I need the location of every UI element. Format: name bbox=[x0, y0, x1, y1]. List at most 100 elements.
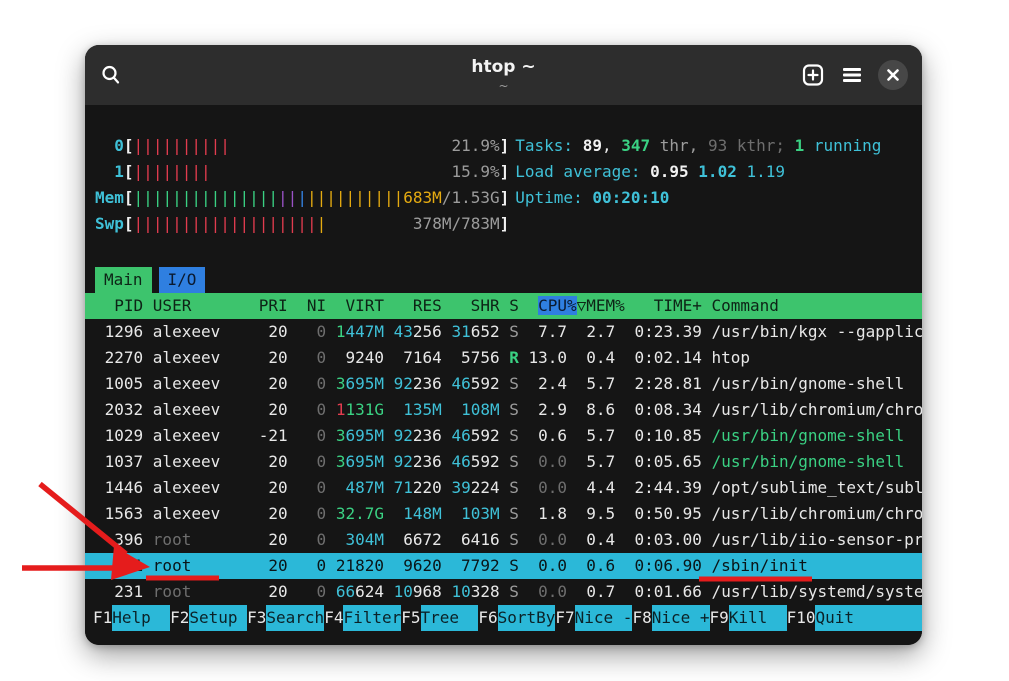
text-segment: 236 bbox=[413, 452, 442, 471]
process-row-1296[interactable]: 1296 alexeev 20 0 1447M 43256 31652 S 7.… bbox=[85, 319, 922, 345]
tab-io[interactable]: I/O bbox=[159, 267, 206, 293]
process-row-1005[interactable]: 1005 alexeev 20 0 3695M 92236 46592 S 2.… bbox=[85, 371, 922, 397]
text-segment: CPU% bbox=[538, 296, 577, 315]
process-row-1029[interactable]: 1029 alexeev -21 0 3695M 92236 46592 S 0… bbox=[85, 423, 922, 449]
text-segment: 2.9 8.6 0:08.34 /usr/lib/chromium/chromi bbox=[519, 400, 922, 419]
text-segment bbox=[442, 322, 452, 341]
text-segment bbox=[384, 478, 394, 497]
text-segment: 2032 alexeev 20 bbox=[95, 400, 288, 419]
fkey-key: F6 bbox=[478, 605, 497, 631]
text-segment bbox=[211, 162, 452, 181]
text-segment: 0 bbox=[288, 504, 327, 523]
text-segment: R bbox=[500, 348, 519, 367]
text-segment: 135M bbox=[403, 400, 442, 419]
search-icon[interactable] bbox=[99, 63, 123, 87]
text-segment bbox=[326, 478, 345, 497]
text-segment: 103M bbox=[461, 504, 500, 523]
text-segment: root bbox=[153, 530, 249, 549]
fkey-f6-button[interactable]: F6SortBy bbox=[478, 605, 555, 631]
text-segment bbox=[442, 374, 452, 393]
text-segment: 0 bbox=[288, 374, 327, 393]
text-segment: 13.0 0.4 0:02.14 htop bbox=[519, 348, 750, 367]
close-button[interactable] bbox=[878, 60, 908, 90]
text-segment: 1 root 20 0 21820 9620 7792 S 0.0 0.6 0:… bbox=[95, 556, 808, 575]
process-row-1446[interactable]: 1446 alexeev 20 0 487M 71220 39224 S 0.0… bbox=[85, 475, 922, 501]
text-segment: | bbox=[297, 188, 307, 207]
text-segment: || bbox=[278, 188, 297, 207]
text-segment: 00:20:10 bbox=[592, 188, 669, 207]
text-segment bbox=[442, 504, 461, 523]
htop-header-area: 0[|||||||||| 21.9%] 1[|||||||| 15.9%] Me… bbox=[85, 133, 922, 237]
text-segment: 0 bbox=[288, 530, 327, 549]
text-segment: 1.8 9.5 0:50.95 /usr/lib/chromium/chromi bbox=[519, 504, 922, 523]
menu-button[interactable] bbox=[840, 63, 864, 87]
text-segment: 0 bbox=[288, 322, 327, 341]
fkey-label: Kill bbox=[729, 605, 787, 631]
text-segment: S bbox=[500, 582, 519, 601]
fkey-f5-button[interactable]: F5Tree bbox=[401, 605, 478, 631]
text-segment: 46 bbox=[451, 374, 470, 393]
new-tab-button[interactable] bbox=[800, 62, 826, 88]
text-segment: /1.53G bbox=[442, 188, 500, 207]
cpu-meter-1: 1[|||||||| 15.9%] bbox=[85, 159, 509, 185]
text-segment bbox=[230, 136, 452, 155]
new-tab-icon bbox=[800, 62, 826, 88]
text-segment: 10 bbox=[394, 582, 413, 601]
text-segment: 592 bbox=[471, 426, 500, 445]
table-header[interactable]: PID USER PRI NI VIRT RES SHR S CPU%▽MEM%… bbox=[85, 293, 922, 319]
text-segment: 592 bbox=[471, 374, 500, 393]
screen-tabs: Main I/O bbox=[85, 267, 922, 293]
fkey-label: Nice - bbox=[575, 605, 633, 631]
memory-meter: Mem[||||||||||||||||||||||||||||683M/1.5… bbox=[85, 185, 509, 211]
text-segment: 0.4 0:03.00 /usr/lib/iio-sensor-prox bbox=[567, 530, 922, 549]
fkey-f2-button[interactable]: F2Setup bbox=[170, 605, 247, 631]
text-segment: 378M/783M bbox=[413, 214, 500, 233]
text-segment: ] bbox=[500, 188, 510, 207]
text-segment: 1029 alexeev -21 bbox=[95, 426, 288, 445]
window-title: htop ~ bbox=[471, 58, 535, 77]
function-key-bar: F1Help F2Setup F3SearchF4FilterF5Tree F6… bbox=[85, 605, 922, 631]
text-segment: 20 bbox=[249, 530, 288, 549]
process-row-396[interactable]: 396 root 20 0 304M 6672 6416 S 0.0 0.4 0… bbox=[85, 527, 922, 553]
process-row-1037[interactable]: 1037 alexeev 20 0 3695M 92236 46592 S 0.… bbox=[85, 449, 922, 475]
text-segment: 0.7 0:01.66 /usr/lib/systemd/systemd bbox=[567, 582, 922, 601]
text-segment: 1 bbox=[95, 162, 124, 181]
fkey-f9-button[interactable]: F9Kill bbox=[710, 605, 787, 631]
text-segment: 0.0 bbox=[519, 582, 567, 601]
tab-main[interactable]: Main bbox=[95, 267, 152, 293]
tasks-summary: Tasks: 89, 347 thr, 93 kthr; 1 running bbox=[509, 133, 881, 159]
text-segment: 1005 alexeev 20 bbox=[95, 374, 288, 393]
text-segment: 31 bbox=[451, 322, 470, 341]
fkey-f7-button[interactable]: F7Nice - bbox=[555, 605, 632, 631]
text-segment: 92 bbox=[394, 374, 413, 393]
text-segment: 236 bbox=[413, 374, 442, 393]
text-segment: S bbox=[500, 478, 519, 497]
process-row-2270[interactable]: 2270 alexeev 20 0 9240 7164 5756 R 13.0 … bbox=[85, 345, 922, 371]
process-row-2032[interactable]: 2032 alexeev 20 0 1131G 135M 108M S 2.9 … bbox=[85, 397, 922, 423]
text-segment: Mem bbox=[95, 188, 124, 207]
text-segment: |||||||||| bbox=[307, 188, 403, 207]
text-segment: 10 bbox=[451, 582, 470, 601]
meter-column: 0[|||||||||| 21.9%] 1[|||||||| 15.9%] Me… bbox=[85, 133, 509, 237]
text-segment: 0 bbox=[288, 426, 327, 445]
process-row-231[interactable]: 231 root 20 0 66624 10968 10328 S 0.0 0.… bbox=[85, 579, 922, 605]
fkey-f1-button[interactable]: F1Help bbox=[93, 605, 170, 631]
text-segment: 21.9% bbox=[451, 136, 499, 155]
fkey-f4-button[interactable]: F4Filter bbox=[324, 605, 401, 631]
fkey-f3-button[interactable]: F3Search bbox=[247, 605, 324, 631]
text-segment: /usr/bin/gnome-shell bbox=[712, 426, 905, 445]
text-segment: 0 bbox=[288, 478, 327, 497]
close-icon bbox=[886, 68, 900, 82]
process-row-1563[interactable]: 1563 alexeev 20 0 32.7G 148M 103M S 1.8 … bbox=[85, 501, 922, 527]
fkey-key: F8 bbox=[632, 605, 651, 631]
process-row-1-init[interactable]: 1 root 20 0 21820 9620 7792 S 0.0 0.6 0:… bbox=[85, 553, 922, 579]
fkey-f10-button[interactable]: F10Quit bbox=[787, 605, 922, 631]
text-segment: ▽MEM% TIME+ Command bbox=[577, 296, 779, 315]
text-segment: 1.02 bbox=[698, 162, 746, 181]
text-segment: 1 bbox=[795, 136, 805, 155]
terminal-window: htop ~ ~ bbox=[85, 45, 922, 645]
text-segment: 683M bbox=[403, 188, 442, 207]
text-segment: [ bbox=[124, 162, 134, 181]
fkey-f8-button[interactable]: F8Nice + bbox=[632, 605, 709, 631]
text-segment: 224 bbox=[471, 478, 500, 497]
